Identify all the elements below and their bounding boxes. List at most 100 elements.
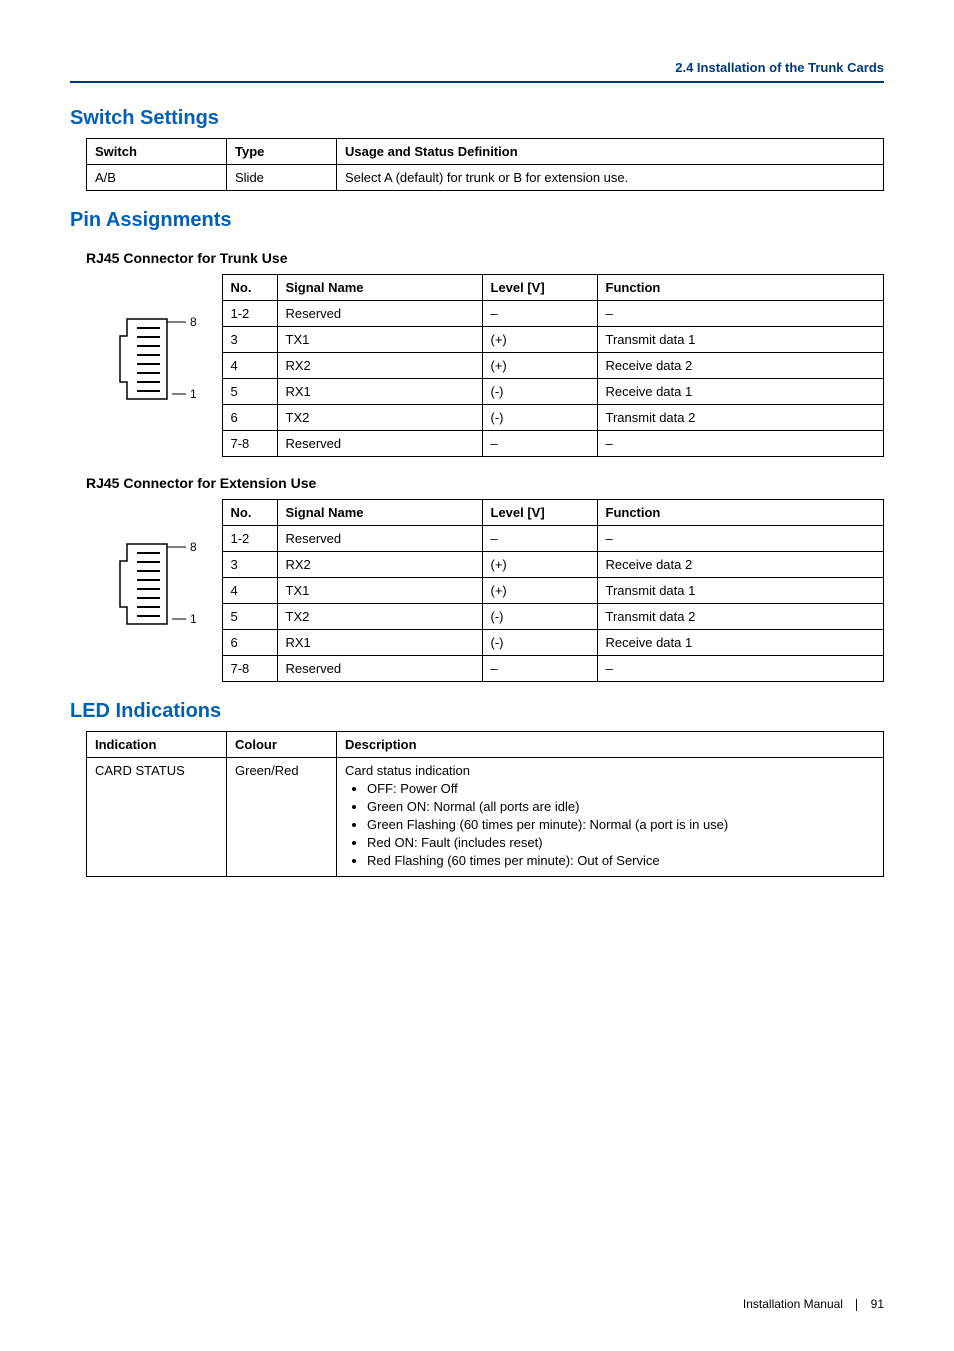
cell-sig: TX2 bbox=[277, 604, 482, 630]
cell-no: 6 bbox=[222, 630, 277, 656]
cell-sig: Reserved bbox=[277, 431, 482, 457]
cell-fun: Transmit data 2 bbox=[597, 405, 884, 431]
col-switch: Switch bbox=[87, 139, 227, 165]
table-header-row: Switch Type Usage and Status Definition bbox=[87, 139, 884, 165]
trunk-pin-table: 8 1 No. Signal Name Level [V] Function 1… bbox=[102, 274, 884, 457]
footer-separator bbox=[856, 1299, 857, 1311]
pin-label-top: 8 bbox=[190, 315, 197, 329]
pin-assignments-title: Pin Assignments bbox=[70, 209, 884, 232]
page-footer: Installation Manual 91 bbox=[743, 1297, 884, 1311]
extension-connector-title: RJ45 Connector for Extension Use bbox=[86, 475, 884, 491]
col-level: Level [V] bbox=[482, 275, 597, 301]
rj45-connector-icon: 8 1 bbox=[112, 304, 212, 424]
col-function: Function bbox=[597, 275, 884, 301]
cell-lvl: (-) bbox=[482, 379, 597, 405]
cell-sig: RX2 bbox=[277, 552, 482, 578]
cell-sig: Reserved bbox=[277, 656, 482, 682]
cell-no: 5 bbox=[222, 604, 277, 630]
desc-lead: Card status indication bbox=[345, 763, 470, 778]
cell-lvl: – bbox=[482, 431, 597, 457]
switch-settings-title: Switch Settings bbox=[70, 107, 884, 130]
table-header-row: 8 1 No. Signal Name Level [V] Function bbox=[102, 275, 884, 301]
cell-sig: TX1 bbox=[277, 327, 482, 353]
cell-sig: RX2 bbox=[277, 353, 482, 379]
cell-fun: – bbox=[597, 431, 884, 457]
pin-label-bottom: 1 bbox=[190, 387, 197, 401]
col-level: Level [V] bbox=[482, 500, 597, 526]
cell-no: 3 bbox=[222, 327, 277, 353]
rj45-diagram-cell: 8 1 bbox=[102, 500, 222, 682]
pin-label-bottom: 1 bbox=[190, 612, 197, 626]
cell-lvl: (+) bbox=[482, 552, 597, 578]
cell-sig: Reserved bbox=[277, 301, 482, 327]
section-ref: 2.4 Installation of the Trunk Cards bbox=[675, 60, 884, 75]
page-header: 2.4 Installation of the Trunk Cards bbox=[70, 60, 884, 83]
cell-no: 6 bbox=[222, 405, 277, 431]
cell-no: 3 bbox=[222, 552, 277, 578]
list-item: Green ON: Normal (all ports are idle) bbox=[367, 799, 875, 814]
switch-settings-table: Switch Type Usage and Status Definition … bbox=[86, 138, 884, 191]
footer-page-number: 91 bbox=[871, 1297, 884, 1311]
cell-sig: Reserved bbox=[277, 526, 482, 552]
col-type: Type bbox=[227, 139, 337, 165]
cell-fun: – bbox=[597, 301, 884, 327]
cell-lvl: (-) bbox=[482, 630, 597, 656]
pin-label-top: 8 bbox=[190, 540, 197, 554]
cell-lvl: (-) bbox=[482, 604, 597, 630]
cell-fun: – bbox=[597, 526, 884, 552]
cell-colour: Green/Red bbox=[227, 758, 337, 877]
led-indications-table: Indication Colour Description CARD STATU… bbox=[86, 731, 884, 877]
cell-lvl: – bbox=[482, 526, 597, 552]
cell-fun: Receive data 1 bbox=[597, 379, 884, 405]
cell-sig: RX1 bbox=[277, 630, 482, 656]
cell-type: Slide bbox=[227, 165, 337, 191]
cell-sig: TX1 bbox=[277, 578, 482, 604]
col-function: Function bbox=[597, 500, 884, 526]
table-header-row: Indication Colour Description bbox=[87, 732, 884, 758]
cell-no: 4 bbox=[222, 578, 277, 604]
table-row: A/B Slide Select A (default) for trunk o… bbox=[87, 165, 884, 191]
cell-lvl: – bbox=[482, 656, 597, 682]
cell-fun: Receive data 2 bbox=[597, 353, 884, 379]
col-colour: Colour bbox=[227, 732, 337, 758]
cell-sig: TX2 bbox=[277, 405, 482, 431]
cell-lvl: (+) bbox=[482, 578, 597, 604]
cell-usage: Select A (default) for trunk or B for ex… bbox=[337, 165, 884, 191]
cell-fun: Receive data 1 bbox=[597, 630, 884, 656]
col-description: Description bbox=[337, 732, 884, 758]
cell-lvl: – bbox=[482, 301, 597, 327]
col-usage: Usage and Status Definition bbox=[337, 139, 884, 165]
cell-no: 1-2 bbox=[222, 301, 277, 327]
cell-lvl: (+) bbox=[482, 327, 597, 353]
list-item: OFF: Power Off bbox=[367, 781, 875, 796]
cell-indication: CARD STATUS bbox=[87, 758, 227, 877]
cell-fun: Transmit data 2 bbox=[597, 604, 884, 630]
cell-no: 7-8 bbox=[222, 656, 277, 682]
list-item: Red Flashing (60 times per minute): Out … bbox=[367, 853, 875, 868]
col-signal: Signal Name bbox=[277, 275, 482, 301]
extension-pin-table: 8 1 No. Signal Name Level [V] Function 1… bbox=[102, 499, 884, 682]
cell-fun: – bbox=[597, 656, 884, 682]
cell-no: 4 bbox=[222, 353, 277, 379]
list-item: Red ON: Fault (includes reset) bbox=[367, 835, 875, 850]
cell-lvl: (-) bbox=[482, 405, 597, 431]
cell-description: Card status indication OFF: Power Off Gr… bbox=[337, 758, 884, 877]
table-header-row: 8 1 No. Signal Name Level [V] Function bbox=[102, 500, 884, 526]
trunk-connector-title: RJ45 Connector for Trunk Use bbox=[86, 250, 884, 266]
cell-no: 7-8 bbox=[222, 431, 277, 457]
cell-lvl: (+) bbox=[482, 353, 597, 379]
desc-list: OFF: Power Off Green ON: Normal (all por… bbox=[345, 781, 875, 868]
list-item: Green Flashing (60 times per minute): No… bbox=[367, 817, 875, 832]
cell-sig: RX1 bbox=[277, 379, 482, 405]
cell-fun: Receive data 2 bbox=[597, 552, 884, 578]
col-no: No. bbox=[222, 500, 277, 526]
led-indications-title: LED Indications bbox=[70, 700, 884, 723]
footer-doc-title: Installation Manual bbox=[743, 1297, 843, 1311]
col-signal: Signal Name bbox=[277, 500, 482, 526]
rj45-diagram-cell: 8 1 bbox=[102, 275, 222, 457]
cell-fun: Transmit data 1 bbox=[597, 578, 884, 604]
table-row: CARD STATUS Green/Red Card status indica… bbox=[87, 758, 884, 877]
cell-no: 1-2 bbox=[222, 526, 277, 552]
rj45-connector-icon: 8 1 bbox=[112, 529, 212, 649]
col-indication: Indication bbox=[87, 732, 227, 758]
